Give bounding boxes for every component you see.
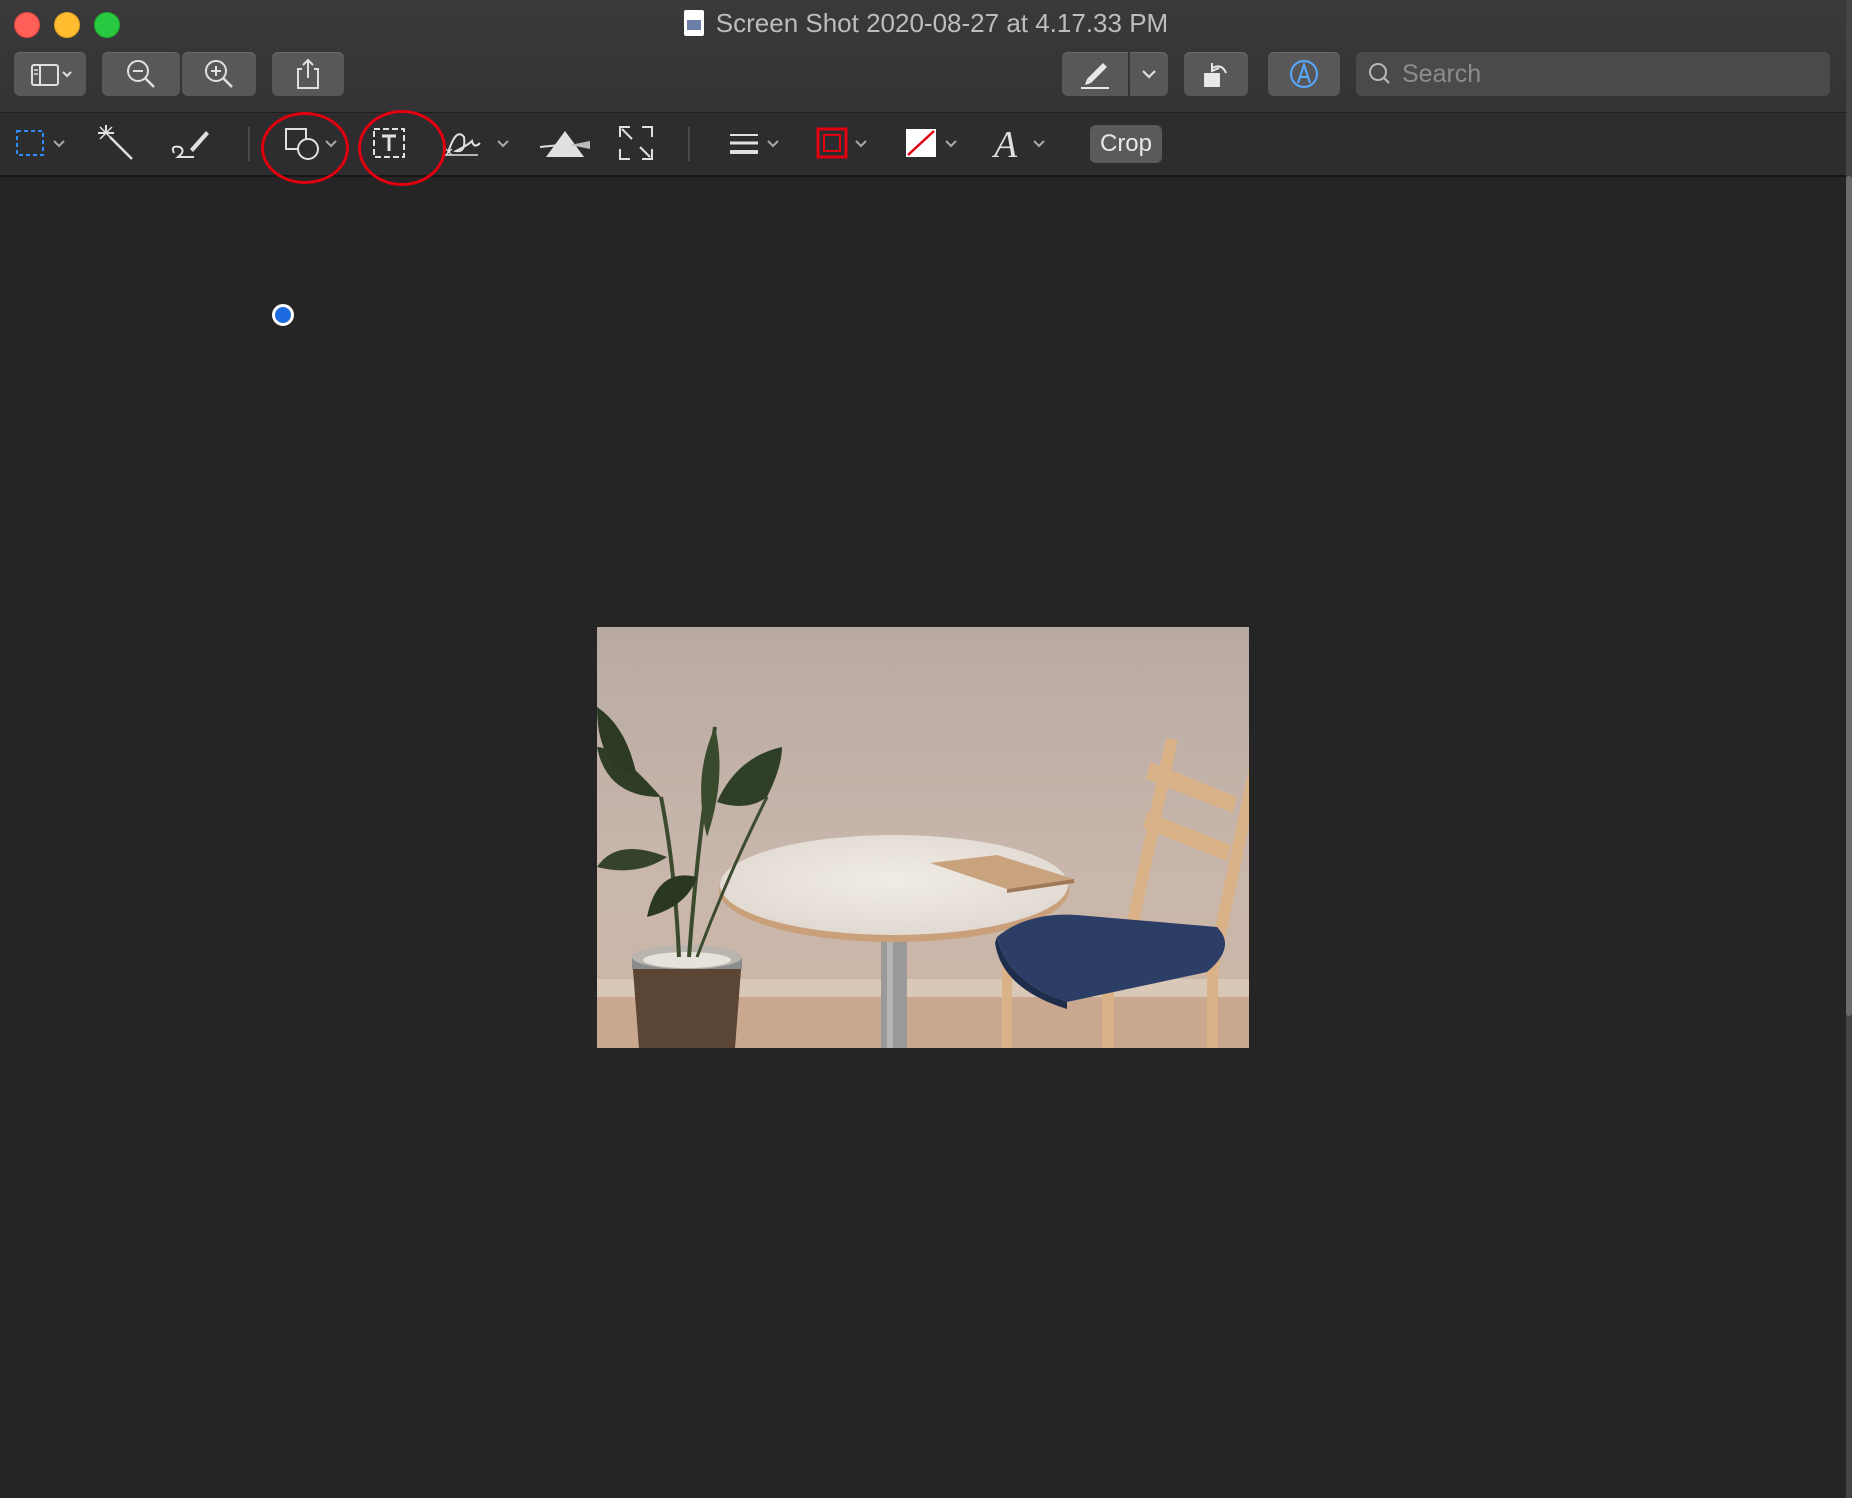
signature-icon [444, 133, 509, 156]
cursor-indicator [272, 304, 294, 326]
document-icon [683, 10, 704, 36]
room-photo [597, 627, 1249, 1048]
chevron-down-icon [1142, 70, 1156, 79]
preview-window: Screen Shot 2020-08-27 at 4.17.33 PM Sea… [0, 0, 1852, 1498]
divider [688, 127, 690, 161]
document-image [597, 627, 1249, 1048]
scrollbar-thumb[interactable] [1846, 176, 1852, 1016]
magic-wand-icon [98, 125, 133, 160]
adjust-size-tool[interactable] [616, 123, 656, 163]
markup-icon [1290, 60, 1318, 88]
title-bar: Screen Shot 2020-08-27 at 4.17.33 PM [0, 0, 1852, 112]
sidebar-icon [31, 64, 72, 86]
sketch-icon [171, 131, 209, 158]
instant-alpha-tool[interactable] [96, 123, 136, 163]
window-title-area: Screen Shot 2020-08-27 at 4.17.33 PM [0, 8, 1852, 39]
resize-icon [619, 126, 653, 160]
line-weight-icon [730, 134, 779, 154]
adjust-color-tool[interactable] [540, 123, 590, 163]
sign-tool[interactable] [442, 123, 514, 163]
shape-style-tool[interactable] [726, 123, 786, 163]
zoom-in-button[interactable] [182, 52, 256, 96]
zoom-in-icon [205, 60, 233, 88]
annotation-circle-text [358, 110, 446, 186]
sidebar-toggle-button[interactable] [14, 52, 86, 96]
divider [248, 127, 250, 161]
markup-toolbar-button[interactable] [1268, 52, 1340, 96]
text-style-icon: A [992, 124, 1045, 163]
border-color-tool[interactable] [814, 123, 874, 163]
share-button[interactable] [272, 52, 344, 96]
rotate-icon [1204, 63, 1227, 87]
border-color-icon [816, 127, 867, 159]
highlight-options-button[interactable] [1130, 52, 1168, 96]
fill-color-tool[interactable] [904, 123, 964, 163]
zoom-out-icon [127, 60, 155, 88]
search-field[interactable] [1356, 52, 1830, 96]
rectangular-selection-icon [16, 130, 65, 156]
search-input[interactable] [1402, 59, 1802, 89]
share-icon [297, 58, 319, 89]
window-title: Screen Shot 2020-08-27 at 4.17.33 PM [715, 8, 1169, 38]
annotation-circle-shapes [261, 112, 349, 184]
sketch-tool[interactable] [168, 123, 212, 163]
crop-button[interactable]: Crop [1090, 125, 1162, 163]
selection-tool[interactable] [14, 123, 70, 163]
text-style-tool[interactable]: A [992, 123, 1052, 163]
highlighter-icon [1081, 63, 1109, 89]
highlight-button[interactable] [1062, 52, 1128, 96]
svg-text:A: A [992, 124, 1018, 163]
rotate-button[interactable] [1184, 52, 1248, 96]
zoom-out-button[interactable] [102, 52, 180, 96]
fill-color-icon [906, 129, 957, 157]
search-icon [1369, 63, 1390, 84]
prism-icon [540, 131, 590, 157]
